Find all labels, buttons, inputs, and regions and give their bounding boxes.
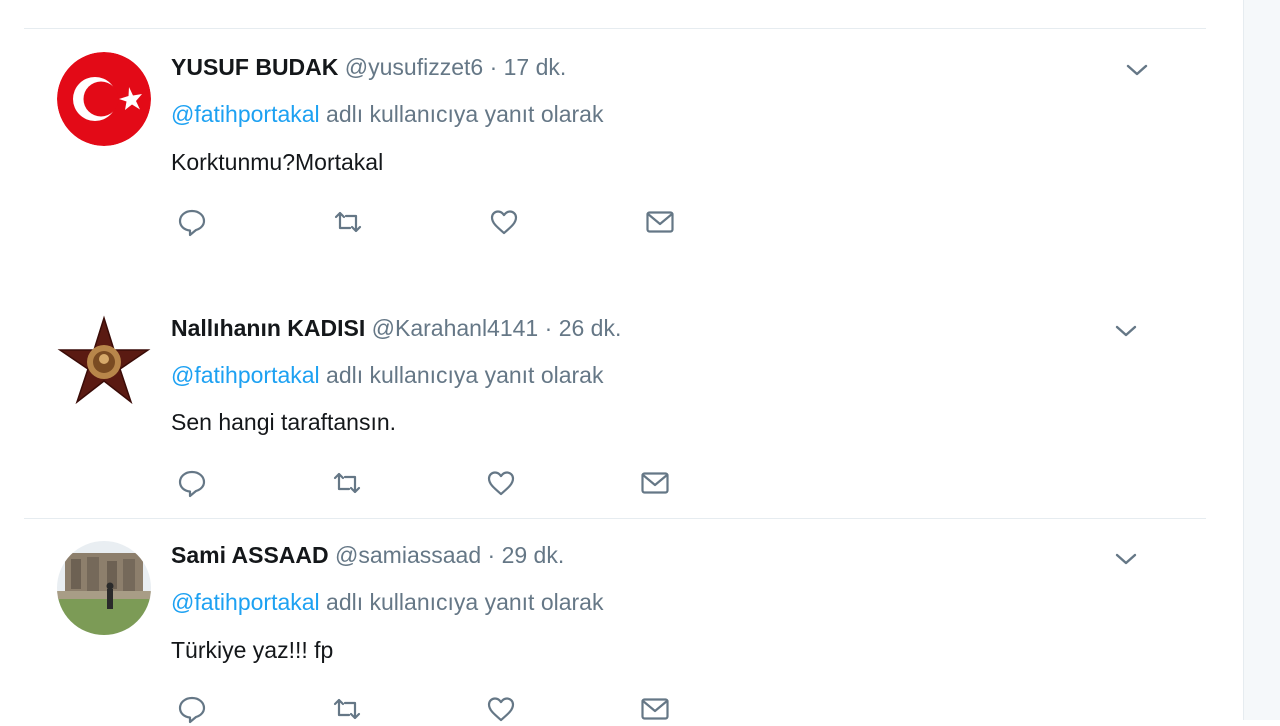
retweet-icon [333,698,361,720]
tweet-feed: YUSUF BUDAK @yusufizzet6 · 17 dk. @fatih… [0,0,1280,724]
avatar[interactable] [57,541,151,635]
like-icon [487,697,515,722]
like-button[interactable] [484,692,518,726]
tweet-text: Türkiye yaz!!! fp [171,637,334,663]
direct-message-button[interactable] [638,692,672,726]
reply-icon [178,696,206,724]
profile-photo-icon [57,541,151,635]
user-handle[interactable]: @samiassaad [335,542,481,568]
reply-context-label: adlı kullanıcıya yanıt olarak [326,589,604,615]
mention-link[interactable]: @fatihportakal [171,589,320,615]
direct-message-icon [641,698,669,720]
user-name[interactable]: Sami ASSAAD [171,542,329,568]
tweet[interactable]: Sami ASSAAD @samiassaad · 29 dk. @fatihp… [0,0,1240,724]
more-options-button[interactable] [1112,545,1140,573]
retweet-button[interactable] [330,692,364,726]
timestamp[interactable]: 29 dk. [502,542,565,568]
chevron-down-icon [1115,553,1137,565]
separator: · [487,542,496,568]
reply-context: @fatihportakal adlı kullanıcıya yanıt ol… [171,589,603,616]
reply-button[interactable] [175,692,209,726]
scrollbar-area[interactable] [1243,0,1280,720]
tweet-header: Sami ASSAAD @samiassaad · 29 dk. [171,542,564,569]
